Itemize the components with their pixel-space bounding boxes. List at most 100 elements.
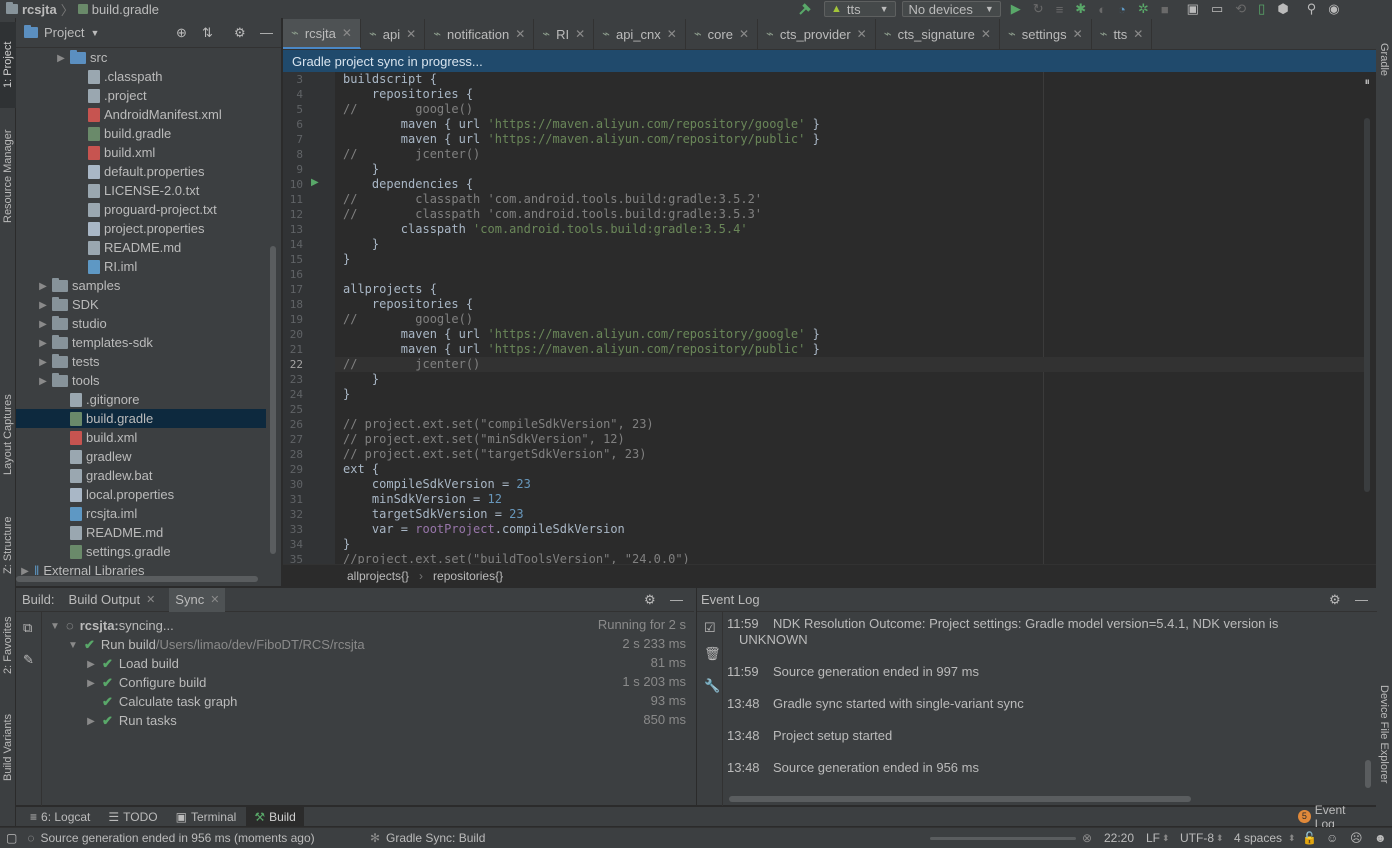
- editor-tab[interactable]: ⌁ api_cnx ✕: [594, 19, 686, 49]
- code-line[interactable]: repositories {: [343, 297, 473, 312]
- tree-item[interactable]: build.gradle: [16, 409, 266, 428]
- build-step[interactable]: ▼ ◌ rcsjta: syncing...: [50, 616, 174, 635]
- code-line[interactable]: minSdkVersion = 12: [343, 492, 502, 507]
- locate-file-icon[interactable]: ⊕: [176, 25, 187, 41]
- sync-status[interactable]: Gradle Sync: Build: [386, 831, 485, 845]
- tree-item[interactable]: gradlew: [56, 447, 132, 466]
- pause-inspection-icon[interactable]: ⏸: [1365, 76, 1371, 89]
- code-line[interactable]: // project.ext.set("targetSdkVersion", 2…: [343, 447, 646, 462]
- code-line[interactable]: dependencies {: [343, 177, 473, 192]
- stop-icon[interactable]: ■: [1161, 2, 1169, 17]
- smile-icon[interactable]: ☺: [1326, 831, 1338, 845]
- code-line[interactable]: ext {: [343, 462, 379, 477]
- hector-icon[interactable]: ☻: [1374, 831, 1387, 845]
- expand-arrow-icon[interactable]: ▶: [20, 566, 30, 577]
- hammer-icon[interactable]: [798, 2, 812, 16]
- coverage-icon[interactable]: ✲: [1138, 1, 1149, 17]
- tree-item[interactable]: rcsjta.iml: [56, 504, 137, 523]
- event-entry[interactable]: 11:59 Source generation ended in 997 ms: [727, 664, 1327, 680]
- code-line[interactable]: // jcenter(): [343, 147, 480, 162]
- apply-changes-icon[interactable]: ≡: [1056, 2, 1064, 17]
- code-line[interactable]: maven { url 'https://maven.aliyun.com/re…: [343, 327, 820, 342]
- sync-gradle-icon[interactable]: ⟲: [1235, 1, 1246, 17]
- event-entry[interactable]: 13:48 Gradle sync started with single-var…: [727, 696, 1327, 712]
- code-line[interactable]: compileSdkVersion = 23: [343, 477, 531, 492]
- code-line[interactable]: classpath 'com.android.tools.build:gradl…: [343, 222, 748, 237]
- tool-tab-build[interactable]: ⚒ Build: [246, 806, 304, 827]
- editor-tab[interactable]: ⌁ RI ✕: [534, 19, 595, 49]
- close-icon[interactable]: ✕: [739, 27, 749, 41]
- project-structure-icon[interactable]: ▣: [1187, 1, 1199, 17]
- build-step[interactable]: ▼ ✔ Run build /Users/limao/dev/FiboDT/RCS/…: [68, 635, 365, 654]
- tool-tab-terminal[interactable]: ▣ Terminal: [168, 807, 245, 827]
- tool-build-variants[interactable]: Build Variants: [0, 702, 16, 792]
- gear-icon[interactable]: ⚙: [1329, 592, 1341, 608]
- frown-icon[interactable]: ☹: [1350, 831, 1363, 845]
- expand-arrow-icon[interactable]: ▶: [86, 716, 96, 727]
- pin-icon[interactable]: ✎: [23, 652, 34, 668]
- tool-project[interactable]: 1: Project: [0, 22, 16, 108]
- tool-resource-manager[interactable]: Resource Manager: [0, 114, 16, 238]
- editor-tab[interactable]: ⌁ cts_provider ✕: [758, 19, 876, 49]
- event-entry[interactable]: 11:59 NDK Resolution Outcome: Project set…: [727, 616, 1327, 648]
- code-line[interactable]: // project.ext.set("minSdkVersion", 12): [343, 432, 625, 447]
- tool-layout-captures[interactable]: Layout Captures: [0, 380, 16, 490]
- code-line[interactable]: // google(): [343, 102, 473, 117]
- code-line[interactable]: // google(): [343, 312, 473, 327]
- close-icon[interactable]: ✕: [146, 593, 155, 606]
- code-line[interactable]: var = rootProject.compileSdkVersion: [343, 522, 625, 537]
- close-icon[interactable]: ✕: [667, 27, 677, 41]
- project-view-selector[interactable]: Project: [44, 25, 84, 40]
- hide-panel-icon[interactable]: —: [1355, 592, 1368, 607]
- caret-position[interactable]: 22:20: [1104, 831, 1134, 845]
- code-line[interactable]: // classpath 'com.android.tools.build:gr…: [343, 192, 762, 207]
- hide-panel-icon[interactable]: —: [670, 592, 683, 607]
- editor-tab[interactable]: ⌁ notification ✕: [425, 19, 535, 49]
- code-line[interactable]: }: [343, 387, 350, 402]
- tree-item[interactable]: project.properties: [74, 219, 204, 238]
- tab-sync[interactable]: Sync ✕: [169, 587, 226, 612]
- user-icon[interactable]: ◉: [1328, 1, 1339, 17]
- tree-item[interactable]: settings.gradle: [56, 542, 171, 561]
- close-icon[interactable]: ✕: [981, 27, 991, 41]
- search-icon[interactable]: ⚲: [1307, 1, 1317, 17]
- toggle-tool-windows-icon[interactable]: ▢: [6, 831, 17, 845]
- tree-item[interactable]: build.xml: [56, 428, 137, 447]
- collapse-all-icon[interactable]: ⇅: [202, 25, 213, 41]
- device-manager-icon[interactable]: ▯: [1258, 1, 1265, 17]
- tree-item[interactable]: ▶ SDK: [38, 295, 99, 314]
- code-line[interactable]: }: [343, 252, 350, 267]
- code-line[interactable]: }: [343, 537, 350, 552]
- expand-arrow-icon[interactable]: ▶: [86, 678, 96, 689]
- close-icon[interactable]: ✕: [406, 27, 416, 41]
- tool-favorites[interactable]: 2: Favorites: [0, 602, 16, 688]
- close-icon[interactable]: ✕: [857, 27, 867, 41]
- cancel-icon[interactable]: ⊗: [1082, 831, 1092, 845]
- indent-setting[interactable]: 4 spaces: [1234, 831, 1282, 845]
- tree-hscrollbar[interactable]: [16, 576, 258, 582]
- tree-item[interactable]: ▶ samples: [38, 276, 120, 295]
- expand-arrow-icon[interactable]: ▶: [86, 659, 96, 670]
- expand-arrow-icon[interactable]: ▶: [38, 357, 48, 368]
- close-icon[interactable]: ✕: [575, 27, 585, 41]
- event-hscrollbar[interactable]: [729, 796, 1191, 802]
- file-encoding[interactable]: UTF-8: [1180, 831, 1214, 845]
- editor-tab[interactable]: ⌁ settings ✕: [1000, 19, 1092, 49]
- tree-item[interactable]: ▶ tools: [38, 371, 99, 390]
- tool-tab-logcat[interactable]: ≡ 6: Logcat: [22, 807, 98, 827]
- gear-icon[interactable]: ⚙: [234, 25, 246, 41]
- tree-item[interactable]: proguard-project.txt: [74, 200, 217, 219]
- avd-manager-icon[interactable]: ▭: [1211, 1, 1223, 17]
- close-icon[interactable]: ✕: [210, 593, 219, 606]
- close-icon[interactable]: ✕: [342, 26, 352, 40]
- lock-icon[interactable]: 🔓: [1302, 831, 1317, 845]
- code-line[interactable]: }: [343, 162, 379, 177]
- code-line[interactable]: allprojects {: [343, 282, 437, 297]
- chevron-down-icon[interactable]: ▼: [90, 28, 99, 38]
- code-line[interactable]: buildscript {: [343, 72, 437, 87]
- breadcrumb-repositories[interactable]: repositories{}: [433, 569, 503, 583]
- event-entry[interactable]: 13:48 Project setup started: [727, 728, 1327, 744]
- code-line[interactable]: repositories {: [343, 87, 473, 102]
- tree-item[interactable]: gradlew.bat: [56, 466, 153, 485]
- tree-item[interactable]: README.md: [74, 238, 181, 257]
